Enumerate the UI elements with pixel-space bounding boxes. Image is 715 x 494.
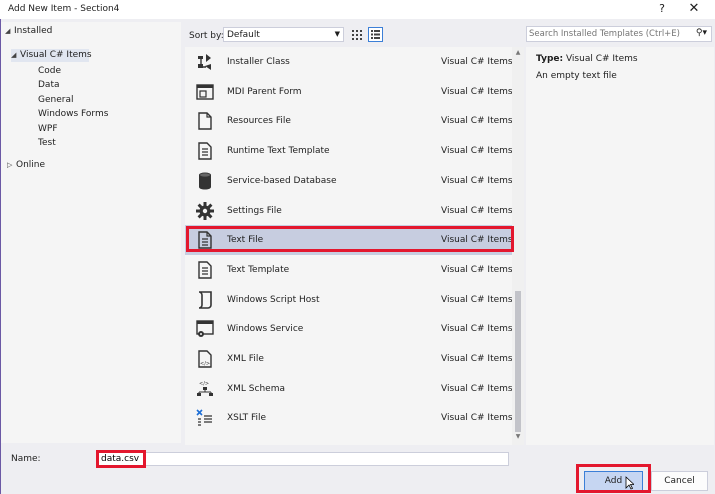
help-button[interactable]: ?: [655, 2, 669, 16]
type-line: Type: Visual C# Items: [536, 54, 638, 64]
sort-value: Default: [227, 30, 260, 40]
tree-item-online[interactable]: ▷ Online: [7, 159, 45, 172]
template-row[interactable]: MDI Parent Form Visual C# Items: [185, 77, 513, 107]
scrollbar-thumb[interactable]: [515, 291, 521, 432]
tree-item-label: Installed: [14, 26, 53, 36]
template-row[interactable]: Runtime Text Template Visual C# Items: [185, 136, 513, 166]
window-title: Add New Item - Section4: [8, 4, 120, 14]
template-row[interactable]: Installer Class Visual C# Items: [185, 47, 513, 77]
tree-item-label: Online: [16, 160, 46, 170]
template-row[interactable]: XSLT File Visual C# Items: [185, 403, 513, 433]
xml-schema-icon: </>: [195, 379, 215, 399]
template-name: Windows Script Host: [227, 294, 320, 305]
collapsed-arrow-icon: ▷: [7, 161, 13, 169]
close-button[interactable]: ✕: [686, 1, 702, 17]
template-category: Visual C# Items: [441, 354, 513, 364]
cancel-button[interactable]: Cancel: [651, 471, 708, 491]
tree-item-installed[interactable]: ◢ Installed: [5, 25, 52, 38]
mouse-cursor-icon: [625, 476, 636, 493]
service-icon: [195, 319, 215, 339]
template-row[interactable]: Windows Script Host Visual C# Items: [185, 285, 513, 315]
type-value: Visual C# Items: [565, 54, 638, 64]
expanded-arrow-icon: ◢: [5, 27, 11, 35]
svg-text:</>: </>: [200, 361, 210, 367]
template-name: Windows Service: [227, 324, 304, 335]
template-description: An empty text file: [536, 71, 617, 81]
template-name: Runtime Text Template: [227, 146, 330, 157]
tree-item-windows-forms[interactable]: Windows Forms: [38, 108, 108, 121]
tree-item-label: Visual C# Items: [20, 50, 92, 60]
resource-file-icon: [195, 111, 215, 131]
gear-icon: [195, 201, 215, 221]
mdi-form-icon: [195, 82, 215, 102]
template-category: Visual C# Items: [441, 294, 513, 305]
expanded-arrow-icon: ◢: [11, 51, 17, 59]
installer-icon: [195, 52, 215, 72]
tree-item-visual-csharp[interactable]: ◢ Visual C# Items: [11, 49, 92, 62]
name-input[interactable]: [101, 453, 401, 465]
template-category: Visual C# Items: [441, 57, 513, 67]
template-category: Visual C# Items: [441, 175, 513, 186]
tree-item-test[interactable]: Test: [38, 137, 56, 150]
template-row[interactable]: Resources File Visual C# Items: [185, 106, 513, 136]
list-view-button[interactable]: [368, 27, 383, 42]
template-category: Visual C# Items: [441, 116, 513, 127]
template-category: Visual C# Items: [441, 86, 513, 97]
selected-row-highlight: [186, 226, 514, 252]
template-category: Visual C# Items: [441, 264, 513, 275]
chevron-down-icon: ▼: [334, 30, 340, 38]
search-box[interactable]: ⚲▾: [526, 26, 712, 42]
script-icon: [195, 290, 215, 310]
scroll-down-icon[interactable]: ▼: [512, 433, 524, 440]
template-category: Visual C# Items: [441, 146, 513, 157]
template-name: Installer Class: [227, 57, 290, 67]
template-name: MDI Parent Form: [227, 86, 302, 97]
sort-label: Sort by:: [189, 31, 224, 41]
template-row[interactable]: Text Template Visual C# Items: [185, 255, 513, 285]
template-name: XML Schema: [227, 383, 285, 394]
template-row[interactable]: Service-based Database Visual C# Items: [185, 166, 513, 196]
svg-text:</>: </>: [199, 381, 209, 387]
text-template-icon: [195, 260, 215, 280]
xml-file-icon: </>: [195, 349, 215, 369]
template-name: Service-based Database: [227, 175, 337, 186]
tree-item-general[interactable]: General: [38, 94, 73, 107]
template-category: Visual C# Items: [441, 324, 513, 335]
template-name: XML File: [227, 354, 264, 364]
details-panel: [526, 47, 714, 445]
text-template-icon: [195, 141, 215, 161]
search-input[interactable]: [529, 28, 689, 40]
grid-view-icon: [352, 30, 362, 40]
name-field[interactable]: [97, 452, 509, 466]
template-row[interactable]: </> XML Schema Visual C# Items: [185, 374, 513, 404]
template-name: Text Template: [227, 264, 290, 275]
sort-dropdown[interactable]: Default ▼: [223, 27, 344, 42]
template-category: Visual C# Items: [441, 383, 513, 394]
template-category: Visual C# Items: [441, 205, 513, 216]
add-button-highlight: [576, 464, 651, 493]
type-label: Type:: [536, 54, 564, 64]
list-view-icon: [371, 30, 380, 39]
template-row[interactable]: Windows Service Visual C# Items: [185, 314, 513, 344]
scroll-up-icon[interactable]: ▲: [512, 49, 524, 56]
search-icon[interactable]: ⚲▾: [696, 28, 707, 38]
name-highlight: [96, 450, 146, 468]
grid-view-button[interactable]: [350, 27, 364, 42]
template-name: XSLT File: [227, 413, 267, 424]
xslt-file-icon: [195, 408, 215, 428]
tree-item-code[interactable]: Code: [38, 65, 61, 78]
template-name: Resources File: [227, 116, 291, 127]
template-name: Settings File: [227, 205, 282, 216]
name-label: Name:: [11, 454, 41, 464]
database-icon: [195, 171, 215, 191]
template-row[interactable]: Settings File Visual C# Items: [185, 196, 513, 226]
template-category: Visual C# Items: [441, 413, 513, 424]
tree-item-wpf[interactable]: WPF: [38, 123, 58, 136]
template-row[interactable]: </> XML File Visual C# Items: [185, 344, 513, 374]
tree-item-data[interactable]: Data: [38, 79, 60, 92]
category-tree: ◢ Installed ◢ Visual C# Items Code Data Ge…: [1, 22, 181, 443]
